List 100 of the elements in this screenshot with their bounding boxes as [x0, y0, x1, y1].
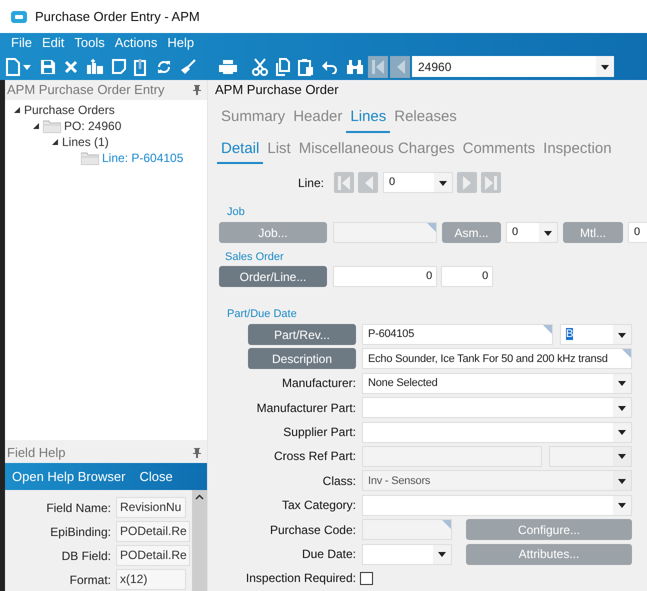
panel-title: APM Purchase Order	[214, 81, 340, 100]
app-icon	[11, 10, 27, 22]
text-field[interactable]: PODetail.Re	[116, 521, 190, 542]
caret-icon	[617, 476, 627, 485]
corner-mark-icon	[442, 520, 451, 530]
field-label: Due Date:	[300, 546, 356, 564]
undo-icon[interactable]	[322, 60, 338, 74]
last-icon	[485, 176, 497, 190]
text-field[interactable]: Echo Sounder, Ice Tank For 50 and 200 kHz transd	[362, 348, 632, 370]
broom-icon[interactable]	[180, 58, 196, 74]
tab[interactable]: Header	[289, 105, 346, 132]
combo-box[interactable]: 0	[506, 222, 558, 243]
copy-icon[interactable]	[276, 58, 290, 76]
refresh-icon[interactable]	[156, 58, 172, 74]
first-record-button[interactable]	[368, 56, 388, 78]
group-title: Sales Order	[224, 250, 285, 264]
first-icon	[372, 60, 384, 74]
caret-icon	[543, 228, 553, 236]
field-label: Tax Category:	[280, 497, 356, 514]
scroll-up-icon[interactable]	[195, 494, 204, 500]
pin-icon	[193, 448, 201, 458]
tab[interactable]: Releases	[390, 105, 461, 132]
button[interactable]: Part/Rev...	[248, 324, 356, 345]
menu-item[interactable]: Edit	[36, 33, 70, 53]
previous-record-button[interactable]	[390, 56, 410, 78]
field-label: EpiBinding:	[49, 524, 112, 540]
text-field[interactable]: 0	[628, 222, 647, 243]
save-icon[interactable]	[40, 58, 56, 74]
expand-icon[interactable]	[13, 106, 21, 114]
scrollbar[interactable]	[192, 490, 207, 591]
caret-icon	[600, 62, 610, 70]
delete-icon[interactable]	[64, 60, 78, 74]
text-field[interactable]: x(12)	[116, 569, 186, 590]
tab[interactable]: List	[263, 136, 295, 164]
combo-box[interactable]: None Selected	[362, 372, 632, 394]
field-label: DB Field:	[60, 548, 112, 564]
window-title: Purchase Order Entry - APM	[35, 8, 200, 26]
tab[interactable]: Summary	[217, 105, 290, 132]
expand-icon[interactable]	[32, 122, 40, 130]
text-field[interactable]: PODetail.Re	[116, 545, 190, 566]
caret-icon	[438, 178, 448, 186]
toolbar-button[interactable]: Close	[134, 466, 178, 486]
toolbar-button[interactable]: Open Help Browser	[7, 466, 130, 486]
field-label: Class:	[322, 472, 356, 490]
button[interactable]: Order/Line...	[219, 266, 327, 287]
note-icon[interactable]	[112, 59, 126, 74]
field-label: Manufacturer Part:	[256, 400, 356, 417]
caret-icon	[617, 428, 627, 436]
folder-icon	[81, 152, 99, 164]
checkbox[interactable]	[360, 572, 373, 585]
group-title: Job	[226, 205, 246, 219]
new-document-icon[interactable]	[6, 58, 20, 76]
scissors-icon[interactable]	[252, 58, 268, 76]
tree-item[interactable]: PO: 24960	[64, 117, 122, 135]
field-label: Inspection Required:	[244, 570, 356, 588]
caret-icon	[617, 379, 627, 388]
text-field[interactable]: 0	[333, 266, 437, 287]
attachment-icon[interactable]	[134, 58, 148, 76]
first-icon	[338, 176, 350, 190]
menu-item[interactable]: Actions	[110, 33, 162, 53]
line-combo-box[interactable]: 0	[383, 172, 453, 193]
date-field[interactable]	[362, 544, 452, 565]
paste-icon[interactable]	[298, 58, 314, 76]
text-field[interactable]: RevisionNu	[116, 497, 186, 518]
caret-icon	[617, 404, 627, 412]
tab[interactable]: Miscellaneous Charges	[294, 136, 459, 164]
caret-icon	[617, 452, 627, 460]
combo-box[interactable]: B	[560, 324, 632, 345]
folder-icon	[43, 120, 61, 132]
expand-icon[interactable]	[51, 138, 59, 146]
tree-item[interactable]: Purchase Orders	[24, 101, 115, 119]
record-combo-box[interactable]: 24960	[412, 56, 614, 77]
tree-item[interactable]: Lines (1)	[62, 133, 109, 151]
next-icon	[462, 176, 472, 190]
text-field[interactable]	[333, 222, 437, 243]
caret-icon	[617, 330, 627, 338]
field-label: Supplier Part:	[282, 424, 356, 442]
panel-title: APM Purchase Order Entry	[7, 81, 164, 100]
field-label: Cross Ref Part:	[272, 448, 356, 466]
text-field[interactable]: P-604105	[362, 324, 553, 345]
menu-item[interactable]: Tools	[69, 33, 110, 53]
books-icon[interactable]	[86, 58, 104, 74]
pin-icon	[193, 85, 201, 95]
text-field[interactable]: 0	[441, 266, 493, 287]
tree-item[interactable]: Line: P-604105	[102, 149, 184, 167]
binoculars-icon[interactable]	[346, 58, 364, 74]
field-label: Line:	[296, 174, 325, 192]
menu-item[interactable]: Help	[162, 33, 200, 53]
caret-icon[interactable]	[22, 62, 32, 70]
printer-icon[interactable]	[218, 58, 238, 74]
tab[interactable]: Lines	[346, 105, 390, 132]
field-label: Format:	[68, 572, 112, 588]
field-label: Field Name:	[45, 500, 112, 516]
tab[interactable]: Comments	[458, 136, 540, 164]
field-label: Purchase Code:	[268, 522, 356, 539]
tab[interactable]: Detail	[217, 136, 264, 164]
caret-icon	[437, 550, 447, 558]
button[interactable]: Description	[248, 348, 356, 370]
menu-item[interactable]: File	[6, 33, 37, 53]
tab[interactable]: Inspection	[539, 136, 616, 164]
